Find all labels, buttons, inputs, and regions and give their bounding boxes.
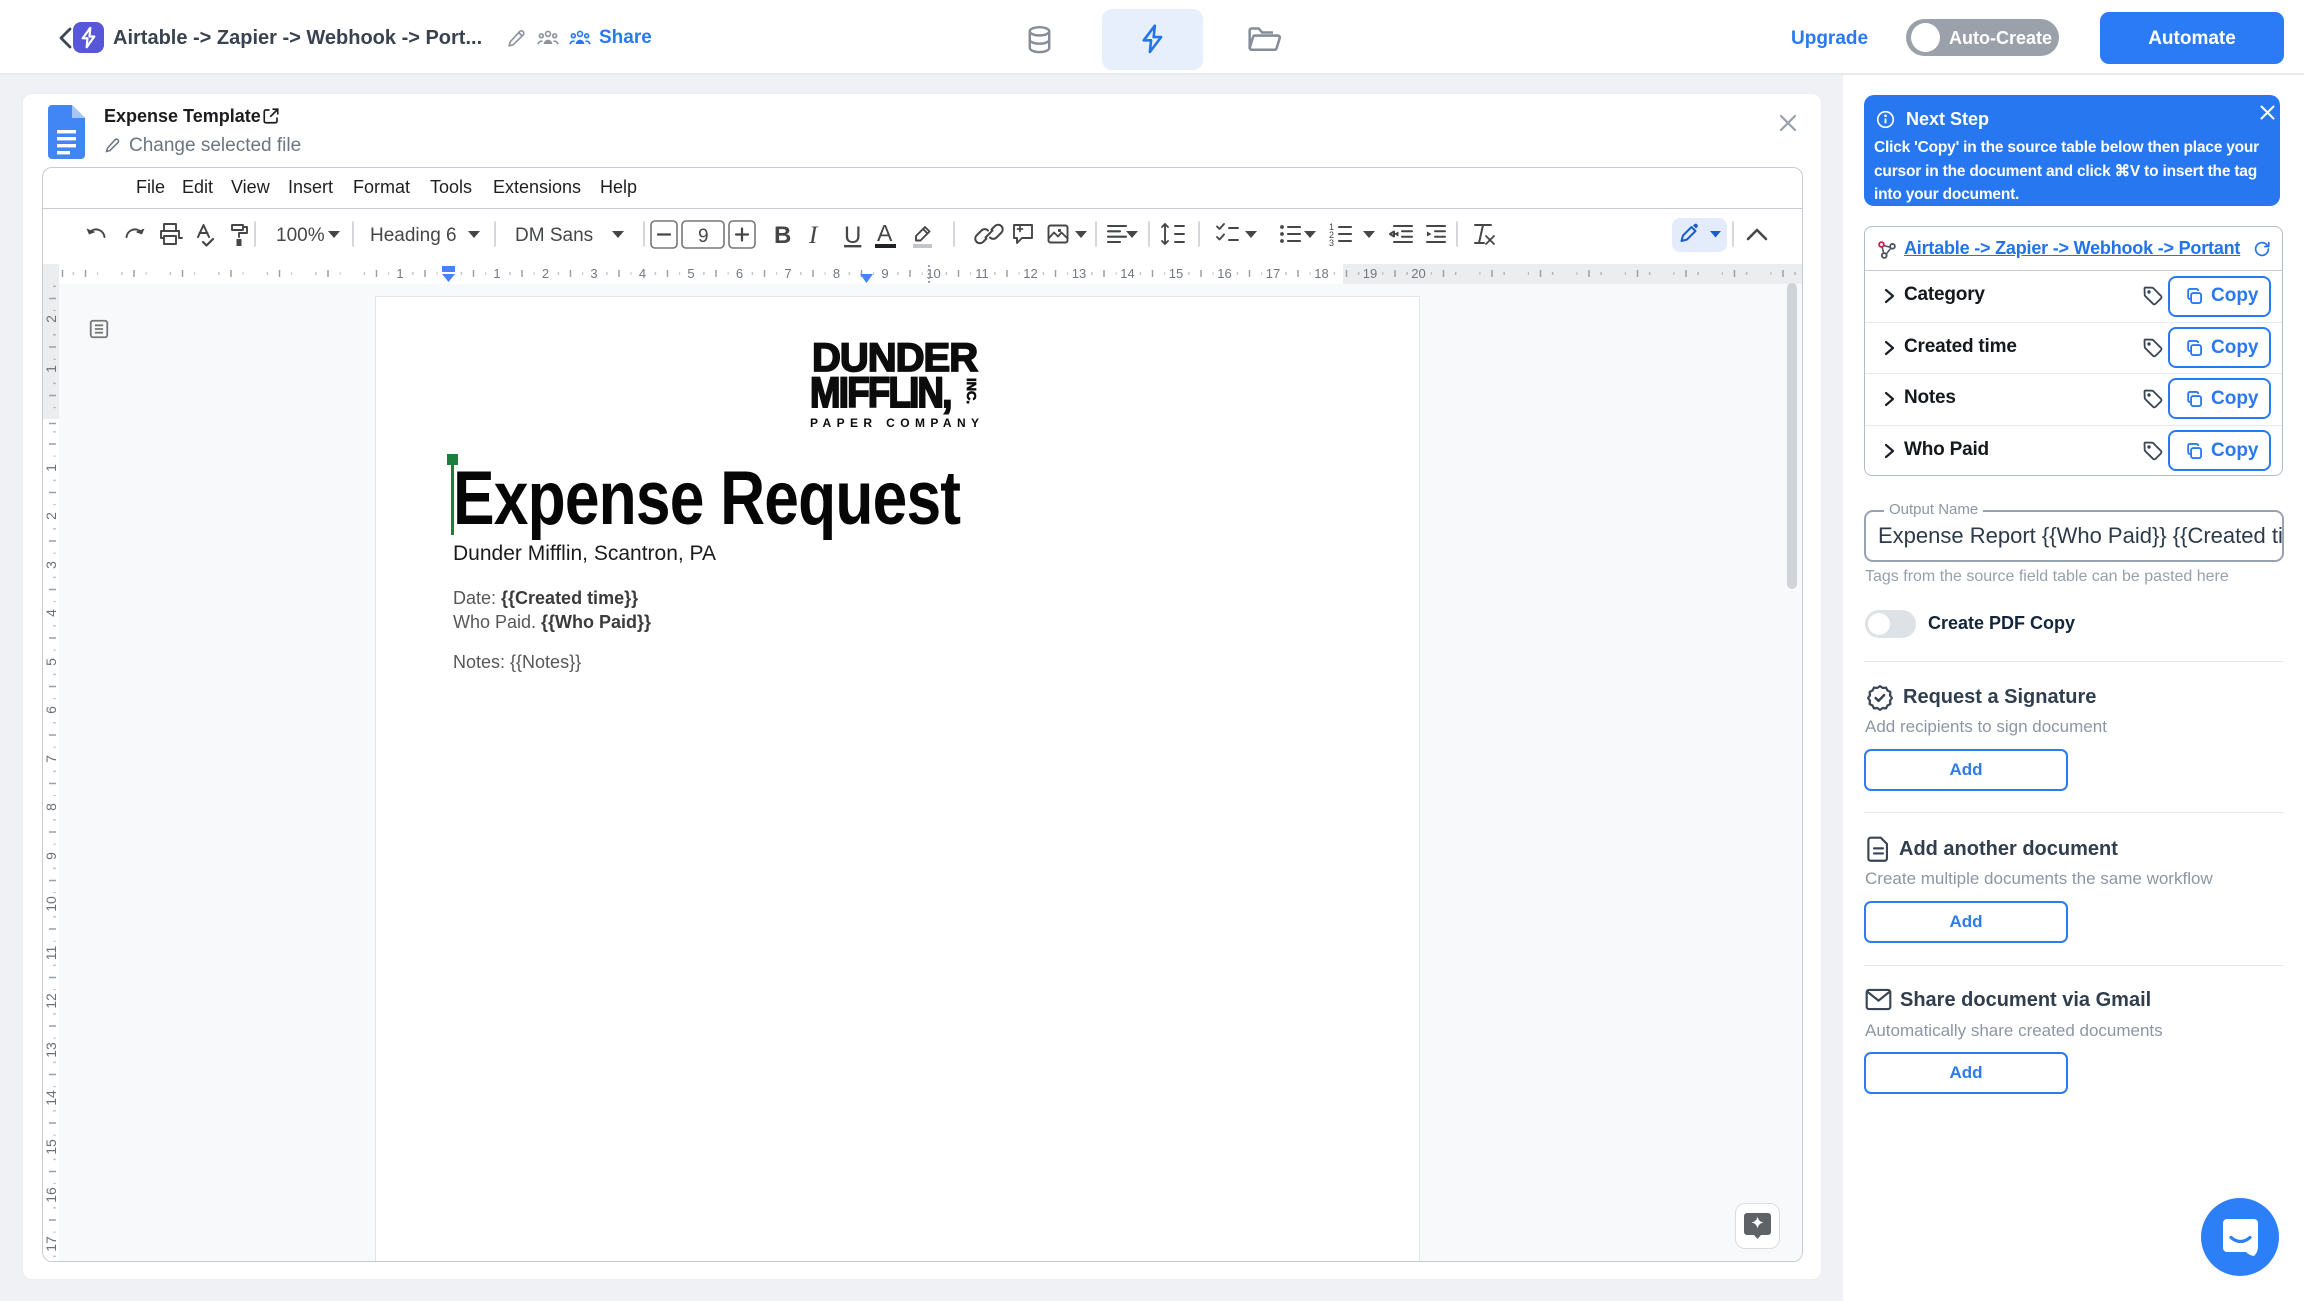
svg-text:A: A <box>877 220 893 246</box>
svg-text:3: 3 <box>1329 238 1334 248</box>
svg-text:100%: 100% <box>276 225 325 246</box>
svg-text:DM Sans: DM Sans <box>515 225 593 246</box>
svg-text:I: I <box>808 222 819 249</box>
svg-text:9: 9 <box>698 226 709 247</box>
svg-text:U: U <box>844 222 861 249</box>
svg-text:Heading 6: Heading 6 <box>370 225 457 246</box>
svg-text:B: B <box>774 222 791 249</box>
